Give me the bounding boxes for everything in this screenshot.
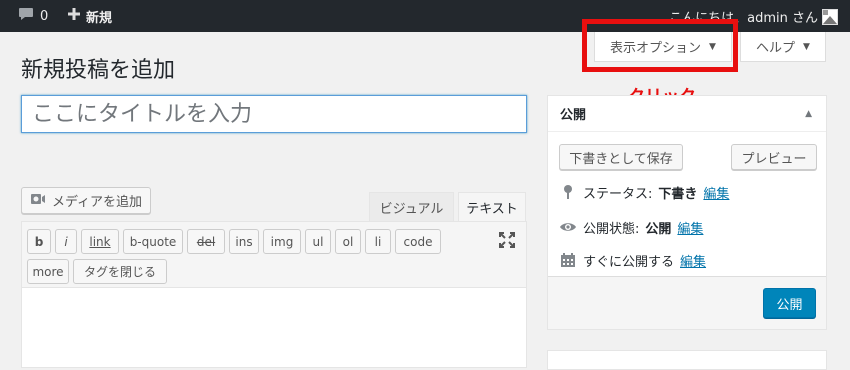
pin-icon: [559, 184, 577, 200]
quicktag-italic-button[interactable]: i: [55, 229, 77, 254]
quicktag-close-tags-button[interactable]: タグを閉じる: [73, 259, 167, 284]
avatar-icon[interactable]: [822, 9, 838, 25]
publish-button[interactable]: 公開: [763, 288, 816, 318]
page-title: 新規投稿を追加: [21, 58, 176, 83]
edit-schedule-link[interactable]: 編集: [680, 251, 706, 270]
visibility-value: 公開: [645, 221, 672, 237]
edit-status-link[interactable]: 編集: [703, 183, 729, 202]
add-media-button[interactable]: メディアを追加: [21, 187, 151, 214]
status-row: ステータス: 下書き 編集: [559, 182, 729, 202]
quicktag-bold-button[interactable]: b: [27, 229, 51, 254]
schedule-label: すぐに公開する: [583, 254, 675, 270]
save-draft-button[interactable]: 下書きとして保存: [559, 144, 683, 170]
status-value: 下書き: [658, 186, 698, 202]
fullscreen-icon[interactable]: [498, 231, 516, 249]
publish-metabox-header[interactable]: 公開 ▲: [548, 96, 826, 132]
help-label: ヘルプ: [756, 41, 796, 56]
eye-icon: [559, 221, 577, 233]
plus-icon: [68, 8, 80, 24]
visibility-label: 公開状態:: [583, 221, 640, 237]
quicktag-code-button[interactable]: code: [395, 229, 441, 254]
quicktag-ol-button[interactable]: ol: [335, 229, 361, 254]
comment-icon: [18, 7, 34, 25]
text-editor-area[interactable]: [21, 288, 527, 368]
status-label: ステータス:: [583, 186, 653, 202]
preview-button[interactable]: プレビュー: [731, 144, 817, 170]
next-metabox: [547, 350, 827, 370]
publish-metabox: 公開 ▲ 下書きとして保存 プレビュー ステータス: 下書き 編集 公開状態: …: [547, 95, 827, 330]
comments-menu[interactable]: 0: [18, 0, 48, 32]
tab-visual[interactable]: ビジュアル: [369, 192, 454, 221]
quicktag-ins-button[interactable]: ins: [229, 229, 259, 254]
add-media-label: メディアを追加: [51, 195, 143, 210]
post-title-input[interactable]: [21, 95, 527, 133]
visibility-row: 公開状態: 公開 編集: [559, 217, 703, 237]
schedule-row: すぐに公開する 編集: [559, 250, 706, 270]
publish-heading: 公開: [560, 108, 587, 123]
caret-down-icon: ▼: [803, 41, 810, 52]
quicktag-li-button[interactable]: li: [365, 229, 391, 254]
quicktag-link-button[interactable]: link: [81, 229, 119, 254]
new-content-menu[interactable]: 新規: [68, 0, 112, 32]
quicktag-more-button[interactable]: more: [27, 259, 69, 284]
tab-text[interactable]: テキスト: [458, 192, 526, 221]
edit-visibility-link[interactable]: 編集: [677, 218, 703, 237]
quicktag-del-button[interactable]: del: [187, 229, 225, 254]
help-button[interactable]: ヘルプ ▼: [740, 32, 826, 62]
collapse-arrow-icon[interactable]: ▲: [805, 109, 812, 119]
annotation-highlight-box: [582, 19, 738, 72]
quicktags-toolbar: b i link b-quote del ins img ul ol li co…: [21, 221, 527, 288]
quicktag-img-button[interactable]: img: [263, 229, 301, 254]
quicktag-ul-button[interactable]: ul: [305, 229, 331, 254]
comments-count: 0: [40, 8, 49, 24]
quicktag-bquote-button[interactable]: b-quote: [123, 229, 183, 254]
calendar-icon: [559, 252, 577, 268]
media-icon: [30, 192, 46, 210]
new-label: 新規: [86, 10, 113, 26]
publish-actions: 公開: [548, 276, 826, 329]
